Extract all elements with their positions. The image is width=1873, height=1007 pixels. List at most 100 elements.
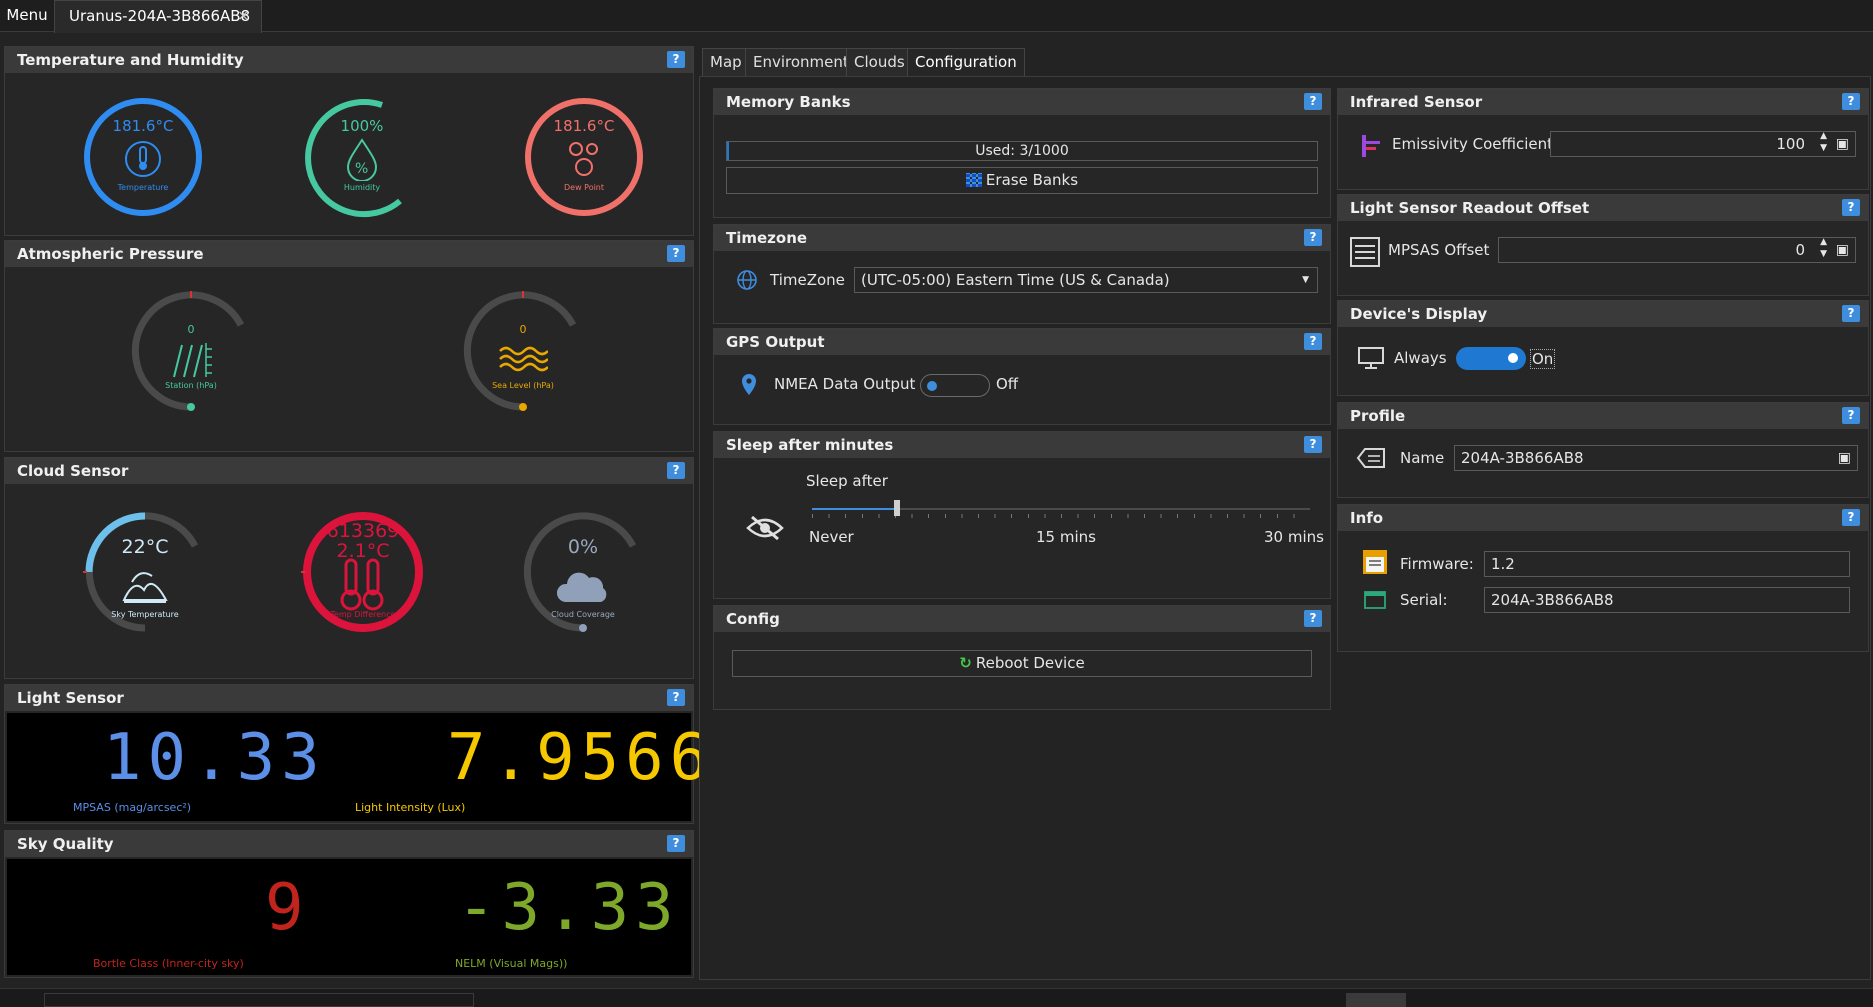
timezone-select[interactable]: (UTC-05:00) Eastern Time (US & Canada) ▼ [854,267,1318,293]
humidity-label: Humidity [343,183,381,192]
station-pressure-label: Station (hPa) [165,381,217,390]
svg-text:%: % [355,161,368,177]
sealevel-pressure-value: 0 [519,323,527,336]
dewpoint-value: 181.6°C [553,117,615,135]
erase-banks-button[interactable]: Erase Banks [726,167,1318,194]
sleep-slider[interactable] [812,498,1310,518]
tab-map[interactable]: Map [702,48,750,77]
emissivity-spinbox[interactable]: 100 ▲ ▼ ▣ [1550,131,1856,157]
title-bar: Menu Uranus-204A-3B866AB8 × [0,0,1873,33]
info-panel: Info? Firmware: 1.2 Serial: 204A-3B866AB… [1337,504,1869,652]
sky-temperature-gauge: 22°C Sky Temperature [83,510,207,634]
display-label: Always [1394,349,1447,367]
slider-ticks [812,514,1310,518]
firmware-icon [1363,550,1387,574]
bortle-value: 9 [265,871,310,945]
nmea-label: NMEA Data Output [774,375,916,393]
tab-configuration[interactable]: Configuration [907,48,1025,77]
temperature-label: Temperature [117,183,169,192]
cloud-coverage-gauge: 0% Cloud Coverage [521,510,645,634]
temp-difference-gauge: 613369 2.1°C Temp Difference [301,510,425,634]
light-sensor-panel: Light Sensor? 10.33 MPSAS (mag/arcsec²) … [4,684,708,824]
atmospheric-pressure-panel: Atmospheric Pressure? 0 Station (hPa) 0 … [4,240,694,452]
sleep-max-label: 30 mins [1264,528,1324,546]
refresh-icon: ↻ [959,654,972,672]
help-icon[interactable]: ? [1304,333,1322,350]
help-icon[interactable]: ? [667,835,685,852]
nmea-toggle[interactable] [920,374,990,397]
help-icon[interactable]: ? [1842,93,1860,110]
status-scrollbar[interactable] [44,993,474,1007]
panel-title: Temperature and Humidity? [5,47,693,73]
firmware-field: 1.2 [1484,551,1850,577]
help-icon[interactable]: ? [1304,229,1322,246]
timezone-value: (UTC-05:00) Eastern Time (US & Canada) [861,271,1170,289]
sleep-panel: Sleep after minutes? Sleep after Never 1… [713,431,1331,599]
help-icon[interactable]: ? [1842,407,1860,424]
lux-value: 7.9566 [447,721,715,795]
help-icon[interactable]: ? [667,462,685,479]
save-icon[interactable]: ▣ [1836,238,1849,262]
panel-title: GPS Output? [714,329,1330,355]
help-icon[interactable]: ? [667,51,685,68]
grid-erase-icon [965,173,982,187]
help-icon[interactable]: ? [1842,199,1860,216]
panel-title: Device's Display? [1338,301,1868,327]
help-icon[interactable]: ? [667,689,685,706]
cloud-coverage-value: 0% [567,536,599,558]
reboot-device-button[interactable]: ↻ Reboot Device [732,650,1312,677]
panel-title: Light Sensor Readout Offset? [1338,195,1868,221]
sealevel-pressure-label: Sea Level (hPa) [492,381,554,390]
timezone-panel: Timezone? TimeZone (UTC-05:00) Eastern T… [713,224,1331,324]
spin-arrows-icon[interactable]: ▲ ▼ [1820,236,1827,260]
display-toggle[interactable] [1456,347,1526,370]
erase-banks-label: Erase Banks [985,171,1079,189]
device-tab-label: Uranus-204A-3B866AB8 [69,7,251,25]
globe-icon [737,270,757,290]
profile-name-label: Name [1400,449,1445,467]
temperature-humidity-panel: Temperature and Humidity? 181.6°C Temper… [4,46,694,236]
sky-temperature-value: 22°C [121,536,169,558]
help-icon[interactable]: ? [1842,509,1860,526]
save-icon[interactable]: ▣ [1836,132,1849,156]
nelm-value: -3.33 [457,871,680,945]
spin-arrows-icon[interactable]: ▲ ▼ [1820,130,1827,154]
temp-difference-value: 613369 [326,520,400,542]
humidity-value: 100% [340,117,384,135]
panel-title: Atmospheric Pressure? [5,241,693,267]
serial-value: 204A-3B866AB8 [1491,591,1614,609]
eye-off-icon [746,515,784,541]
help-icon[interactable]: ? [1842,305,1860,322]
mpsas-offset-spinbox[interactable]: 0 ▲ ▼ ▣ [1498,237,1856,263]
tag-icon [1356,448,1385,468]
firmware-label: Firmware: [1400,555,1474,573]
help-icon[interactable]: ? [1304,610,1322,627]
slider-thumb[interactable] [893,500,900,516]
close-icon[interactable]: × [237,1,249,31]
thermometers-icon [340,558,384,611]
save-icon[interactable]: ▣ [1838,446,1851,470]
tab-environment[interactable]: Environment [745,48,857,77]
sealevel-pressure-gauge: 0 Sea Level (hPa) [461,289,585,413]
config-panel: Config? ↻ Reboot Device [713,605,1331,710]
help-icon[interactable]: ? [667,245,685,262]
panel-title: Info? [1338,505,1868,531]
profile-name-input[interactable]: 204A-3B866AB8 ▣ [1454,445,1858,471]
profile-panel: Profile? Name 204A-3B866AB8 ▣ [1337,402,1869,498]
device-tab[interactable]: Uranus-204A-3B866AB8 × [54,0,262,33]
dewpoint-gauge: 181.6°C Dew Point [522,95,646,219]
mpsas-label: MPSAS (mag/arcsec²) [73,801,192,814]
location-pin-icon [742,374,756,395]
toggle-knob [1508,353,1518,363]
menu-button[interactable]: Menu [0,0,54,32]
firmware-value: 1.2 [1491,555,1515,573]
help-icon[interactable]: ? [1304,436,1322,453]
nelm-label: NELM (Visual Mags)) [455,957,568,970]
tab-clouds[interactable]: Clouds [846,48,913,77]
sleep-mid-label: 15 mins [1036,528,1096,546]
serial-id-icon [1364,591,1386,609]
panel-title: Profile? [1338,403,1868,429]
reboot-label: Reboot Device [975,654,1085,672]
panel-title: Memory Banks? [714,89,1330,115]
help-icon[interactable]: ? [1304,93,1322,110]
